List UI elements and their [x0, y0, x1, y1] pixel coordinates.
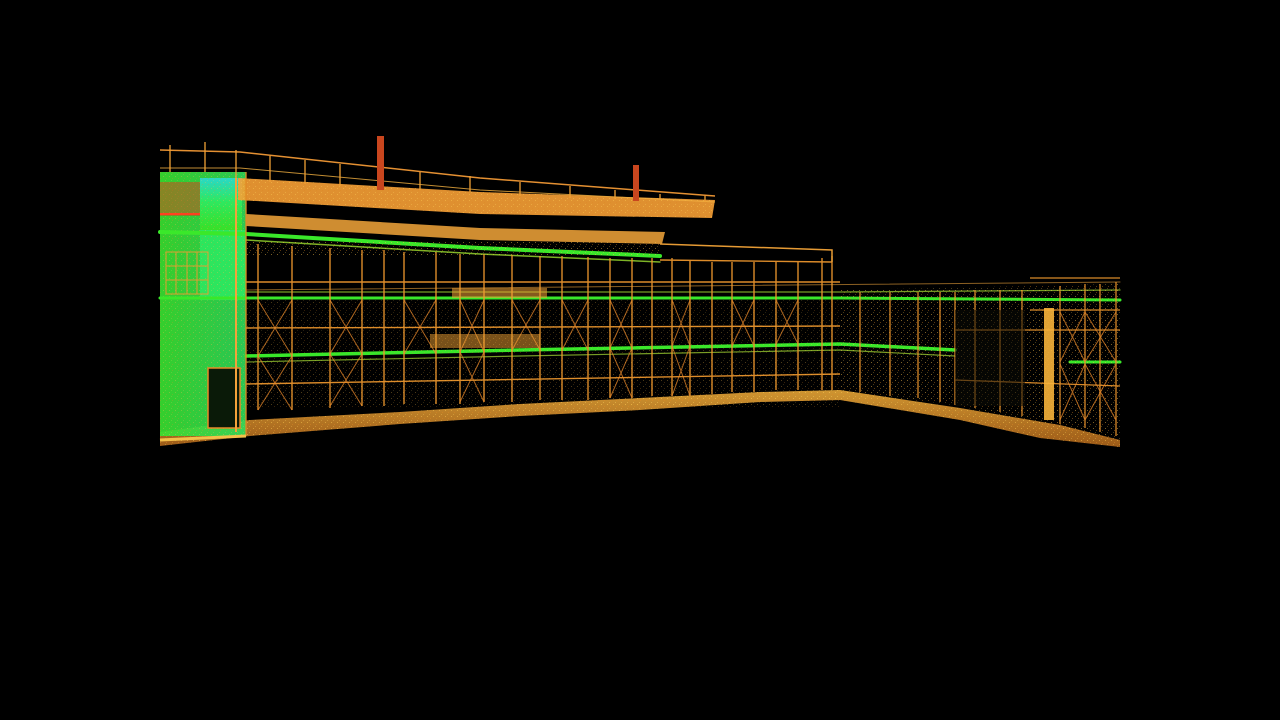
- building-scan-render: [158, 136, 1122, 447]
- point-cloud-viewport[interactable]: [0, 0, 1280, 720]
- balcony-railings: [246, 242, 840, 408]
- stair-tower: [160, 172, 246, 436]
